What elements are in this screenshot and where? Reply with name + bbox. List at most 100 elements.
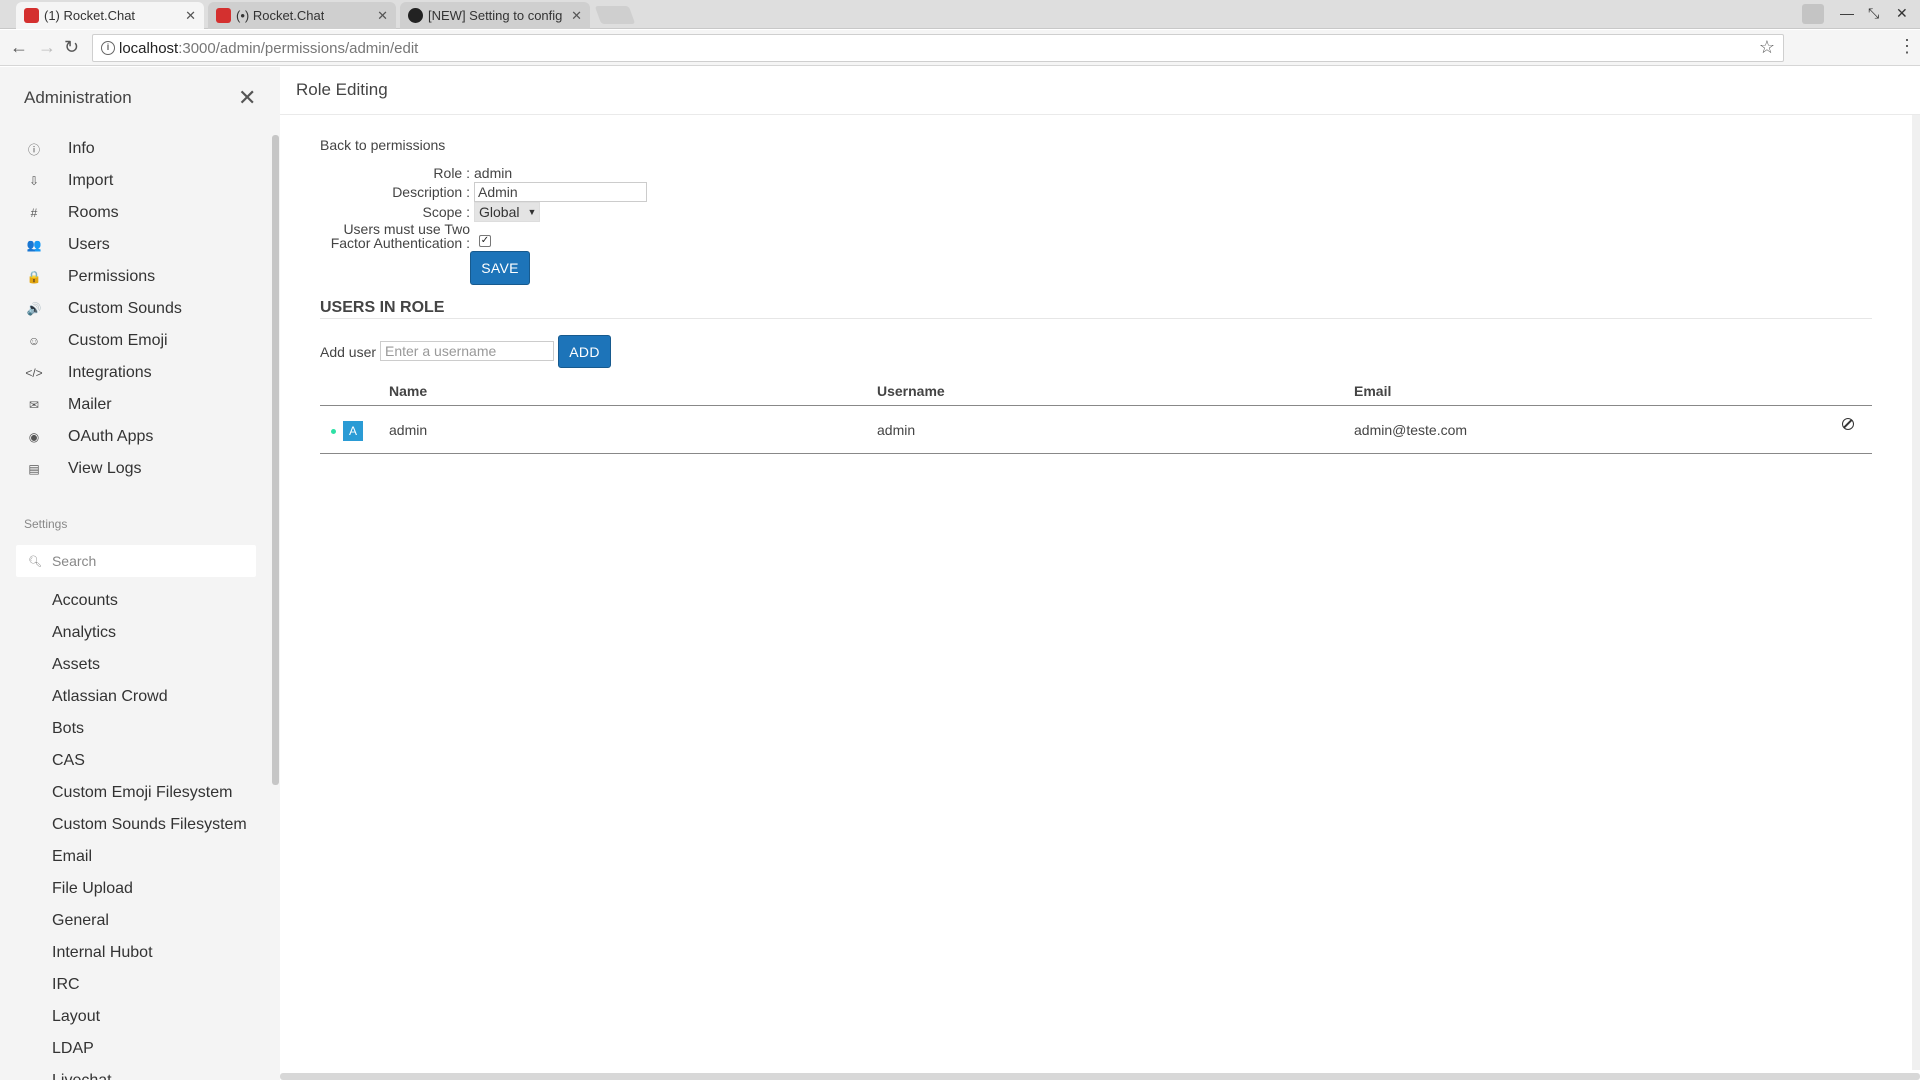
sidebar-item-label: Custom Emoji [68, 332, 168, 349]
settings-item-analytics[interactable]: Analytics [52, 624, 116, 642]
save-button[interactable]: SAVE [470, 251, 530, 285]
settings-search-input[interactable] [51, 553, 242, 569]
close-tab-icon[interactable]: ✕ [571, 8, 582, 24]
section-divider [320, 318, 1872, 319]
github-favicon-icon [408, 8, 423, 23]
settings-item-ldap[interactable]: LDAP [52, 1040, 94, 1058]
user-username: admin [877, 422, 916, 438]
lock-icon: 🔒 [26, 270, 42, 284]
browser-toolbar: ← → ↻ i localhost:3000/admin/permissions… [0, 30, 1920, 66]
sidebar-item-permissions[interactable]: 🔒 Permissions [0, 261, 270, 293]
rocketchat-favicon-icon [24, 8, 39, 23]
user-name: admin [389, 422, 428, 438]
sidebar-item-integrations[interactable]: </> Integrations [0, 357, 270, 389]
add-user-button[interactable]: ADD [558, 335, 611, 368]
sidebar-item-label: Integrations [68, 364, 152, 381]
browser-tab-github[interactable]: [NEW] Setting to config ✕ [400, 2, 590, 29]
sidebar-title: Administration [24, 88, 132, 107]
close-icon[interactable]: ✕ [238, 87, 256, 109]
volume-icon: 🔊 [26, 302, 42, 316]
settings-item-internal-hubot[interactable]: Internal Hubot [52, 944, 153, 962]
settings-item-atlassian-crowd[interactable]: Atlassian Crowd [52, 688, 168, 706]
sidebar-item-oauth-apps[interactable]: ◉ OAuth Apps [0, 421, 270, 453]
browser-menu-icon[interactable]: ⋮ [1898, 36, 1916, 57]
reload-icon[interactable]: ↻ [64, 37, 79, 58]
url-host: localhost [119, 39, 179, 57]
sidebar-item-custom-emoji[interactable]: ☺ Custom Emoji [0, 325, 270, 357]
sidebar-item-info[interactable]: ⓘ Info [0, 133, 270, 165]
back-to-permissions-link[interactable]: Back to permissions [320, 137, 445, 153]
sidebar-item-users[interactable]: 👥 Users [0, 229, 270, 261]
settings-item-file-upload[interactable]: File Upload [52, 880, 133, 898]
settings-item-custom-sounds-filesystem[interactable]: Custom Sounds Filesystem [52, 816, 247, 834]
settings-item-irc[interactable]: IRC [52, 976, 80, 994]
settings-item-general[interactable]: General [52, 912, 109, 930]
add-user-label: Add user [320, 344, 377, 360]
settings-item-bots[interactable]: Bots [52, 720, 84, 738]
minimize-icon[interactable]: — [1840, 5, 1854, 21]
site-info-icon[interactable]: i [101, 41, 115, 55]
browser-tab-rocketchat-1[interactable]: (1) Rocket.Chat ✕ [16, 2, 204, 29]
url-path: :3000/admin/permissions/admin/edit [178, 39, 419, 57]
two-factor-label: Users must use Two Factor Authentication… [300, 222, 470, 250]
close-window-icon[interactable]: ✕ [1896, 5, 1908, 22]
role-label: Role : [433, 165, 470, 181]
main-content: Role Editing Back to permissions Role : … [280, 67, 1920, 1080]
sidebar-item-view-logs[interactable]: ▤ View Logs [0, 453, 270, 485]
code-icon: </> [25, 366, 43, 380]
description-input[interactable] [474, 182, 647, 202]
user-email: admin@teste.com [1354, 422, 1468, 438]
profile-icon[interactable] [1802, 4, 1824, 24]
sidebar-item-label: Custom Sounds [68, 300, 182, 317]
dropdown-caret-icon: ▼ [527, 207, 537, 217]
settings-item-livechat[interactable]: Livechat [52, 1072, 112, 1080]
settings-item-layout[interactable]: Layout [52, 1008, 100, 1026]
settings-item-custom-emoji-filesystem[interactable]: Custom Emoji Filesystem [52, 784, 232, 802]
hashtag-icon: # [30, 206, 38, 220]
table-header-divider [320, 405, 1872, 406]
sidebar-scrollbar[interactable] [272, 135, 279, 785]
settings-item-assets[interactable]: Assets [52, 656, 100, 674]
sidebar-item-label: Info [68, 140, 95, 157]
settings-item-email[interactable]: Email [52, 848, 92, 866]
remove-user-icon[interactable] [1842, 418, 1854, 430]
two-factor-checkbox[interactable]: ✓ [479, 235, 491, 247]
close-tab-icon[interactable]: ✕ [185, 8, 196, 24]
scope-label: Scope : [422, 204, 470, 220]
url-bar[interactable]: i localhost:3000/admin/permissions/admin… [92, 34, 1784, 62]
tab-title: [NEW] Setting to config [428, 8, 563, 23]
settings-item-accounts[interactable]: Accounts [52, 592, 118, 610]
table-row-divider [320, 453, 1872, 454]
new-tab-button[interactable] [594, 6, 636, 24]
scope-select[interactable]: Global ▼ [474, 202, 540, 222]
mail-icon: ✉ [28, 398, 40, 412]
oauth-icon: ◉ [28, 430, 40, 444]
column-header-username: Username [877, 383, 945, 399]
sidebar-item-label: Mailer [68, 396, 112, 413]
sidebar-item-label: View Logs [68, 460, 142, 477]
sidebar-item-import[interactable]: ⇩ Import [0, 165, 270, 197]
sidebar-item-label: OAuth Apps [68, 428, 154, 445]
content-vertical-scrollbar[interactable] [1912, 115, 1920, 1070]
sidebar-item-rooms[interactable]: # Rooms [0, 197, 270, 229]
sidebar-item-custom-sounds[interactable]: 🔊 Custom Sounds [0, 293, 270, 325]
file-icon: ▤ [28, 462, 40, 476]
back-arrow-icon[interactable]: ← [10, 37, 28, 58]
add-user-input[interactable] [380, 341, 554, 361]
users-in-role-heading: USERS IN ROLE [320, 299, 445, 316]
column-header-email: Email [1354, 383, 1392, 399]
sidebar-item-mailer[interactable]: ✉ Mailer [0, 389, 270, 421]
restore-icon[interactable]: ⤡ [1868, 5, 1879, 22]
settings-item-cas[interactable]: CAS [52, 752, 85, 770]
forward-arrow-icon[interactable]: → [38, 37, 56, 58]
settings-search[interactable]: 🔍︎ [16, 545, 256, 577]
close-tab-icon[interactable]: ✕ [377, 8, 388, 24]
column-header-name: Name [389, 383, 428, 399]
emoji-icon: ☺ [27, 334, 41, 348]
content-horizontal-scrollbar[interactable] [280, 1073, 1920, 1080]
settings-heading: Settings [24, 517, 68, 531]
two-factor-label-line1: Users must use Two [343, 221, 470, 237]
bookmark-star-icon[interactable]: ☆ [1759, 37, 1775, 58]
info-icon: ⓘ [27, 142, 40, 157]
browser-tab-rocketchat-2[interactable]: (•) Rocket.Chat ✕ [208, 2, 396, 29]
